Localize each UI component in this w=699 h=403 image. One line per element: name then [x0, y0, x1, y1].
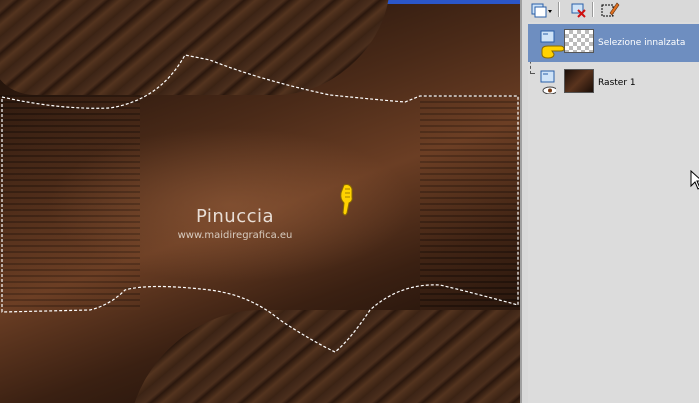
delete-layer-button[interactable]	[570, 1, 588, 18]
toolbar-separator	[558, 2, 560, 17]
watermark-url: www.maidiregrafica.eu	[177, 230, 293, 241]
pointing-hand-icon	[340, 184, 353, 216]
layer-row-selezione-innalzata[interactable]: Selezione innalzata	[528, 24, 699, 62]
layers-toolbar	[522, 0, 699, 20]
new-raster-layer-icon	[531, 3, 552, 18]
layer-thumbnail	[564, 69, 594, 93]
layers-list: Selezione innalzata Raster 1	[528, 22, 699, 403]
layer-row-raster-1[interactable]: Raster 1	[528, 64, 699, 102]
mouse-pointer-icon	[690, 170, 699, 190]
visibility-eye-icon[interactable]	[542, 86, 556, 94]
delete-layer-icon	[571, 3, 586, 18]
watermark-title: Pinuccia	[195, 206, 275, 227]
edit-selection-icon	[601, 2, 620, 17]
image-canvas[interactable]: Pinuccia www.maidiregrafica.eu	[0, 0, 520, 403]
layers-panel: Selezione innalzata Raster 1	[520, 0, 699, 403]
new-raster-layer-button[interactable]	[530, 1, 552, 18]
edit-selection-button[interactable]	[600, 1, 620, 18]
toolbar-separator	[592, 2, 594, 17]
layer-name: Raster 1	[598, 78, 636, 88]
layer-type-icon	[540, 70, 555, 83]
selection-marquee	[1, 54, 519, 353]
layer-name: Selezione innalzata	[598, 38, 686, 48]
layer-thumbnail	[564, 29, 594, 53]
pointing-hand-icon	[541, 45, 565, 59]
